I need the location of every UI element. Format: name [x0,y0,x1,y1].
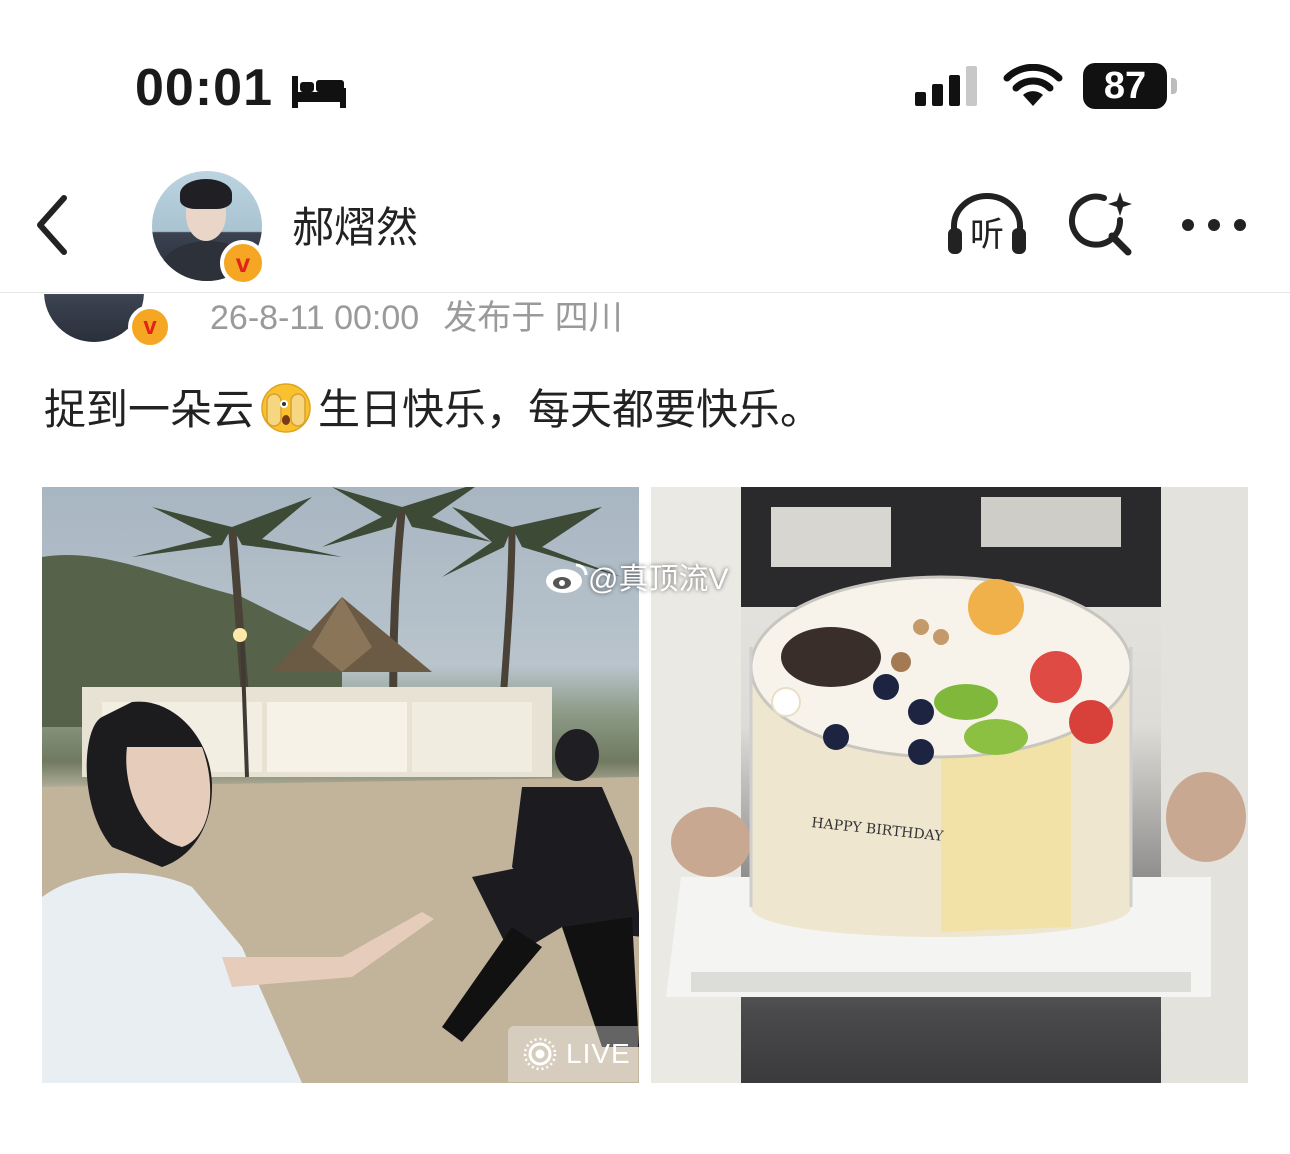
face-with-peeking-eye-emoji [261,383,311,433]
listen-label: 听 [970,215,1004,255]
listen-headphones-icon: 听 [948,193,1026,255]
image-watermark: @真顶流V [544,560,728,600]
live-photo-badge[interactable]: LIVE [508,1026,638,1082]
listen-button[interactable]: 听 [944,190,1030,260]
post-text-part-1: 捉到一朵云 [44,386,255,433]
nav-divider [0,292,1290,293]
verified-v-icon: v [220,240,266,286]
post-timestamp: 26-8-11 00:00 [210,299,420,337]
more-dots-icon[interactable] [1178,205,1250,245]
battery-icon: 87 [1083,63,1179,109]
live-label: LIVE [566,1038,631,1069]
verified-v-icon: v [128,305,172,349]
sleep-focus-icon [292,76,346,108]
birthday-cake-image: HAPPY BIRTHDAY [651,487,1248,1083]
post-text: 捉到一朵云 生日快乐，每天都要快乐。 [44,380,822,440]
post-meta: 26-8-11 00:00 发布于 四川 [210,296,623,340]
weibo-logo-icon [546,563,588,593]
battery-level: 87 [1103,65,1147,107]
status-time: 00:01 [135,59,273,117]
watermark-text: @真顶流V [588,563,729,596]
live-photo-icon [523,1037,557,1071]
cellular-signal-icon [915,66,977,106]
post-photo-cake[interactable]: HAPPY BIRTHDAY [651,487,1248,1083]
back-chevron-icon[interactable] [30,192,80,258]
search-sparkle-icon[interactable] [1066,190,1136,260]
user-name[interactable]: 郝熠然 [292,202,418,254]
wifi-icon [1003,64,1063,106]
post-text-part-2: 生日快乐，每天都要快乐。 [318,386,823,433]
post-location: 发布于 四川 [443,299,623,337]
